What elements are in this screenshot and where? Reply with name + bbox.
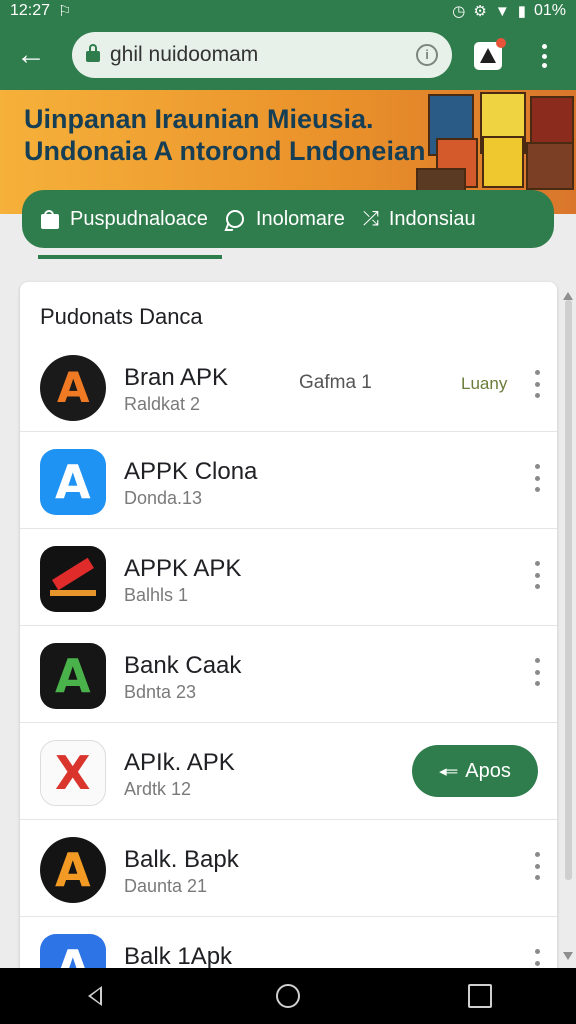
settings-icon: ⚙ — [473, 2, 487, 20]
notification-dot-icon — [496, 38, 506, 48]
book-cover-icon — [482, 136, 524, 188]
chat-bubble-icon — [224, 210, 246, 231]
app-subtitle: Balhls 1 — [124, 585, 189, 605]
more-vert-icon[interactable] — [532, 370, 542, 398]
tab-label: Puspudnaloace — [70, 207, 208, 230]
browser-toolbar: ← ghil nuidoomam i — [0, 22, 576, 90]
app-subtitle: Ardtk 12 — [124, 779, 192, 799]
lock-icon — [86, 44, 100, 62]
more-vert-icon[interactable] — [532, 40, 556, 72]
apps-button-label: Apos — [465, 759, 511, 782]
app-name: Balk 1Apk — [124, 943, 233, 970]
more-vert-icon[interactable] — [532, 464, 542, 492]
book-cover-icon — [526, 142, 574, 190]
alarm-icon: ◷ — [452, 2, 466, 20]
back-arrow-icon[interactable]: ← — [14, 40, 48, 74]
wifi-icon: ▼ — [494, 2, 510, 20]
tab-label: Indonsiau — [388, 207, 476, 230]
app-subtitle: Bdnta 23 — [124, 682, 197, 702]
arrow-left-icon: ◂═ — [439, 763, 458, 780]
active-tab-indicator — [38, 255, 222, 259]
apps-button[interactable]: ◂═ Apos — [412, 745, 538, 797]
scroll-up-arrow-icon[interactable] — [563, 292, 573, 300]
list-item[interactable]: X APIk. APK Ardtk 12 ◂═ Apos — [20, 722, 557, 819]
app-notification-icon: ⚐ — [58, 2, 72, 20]
list-item[interactable]: A Bran APK Raldkat 2 Gafma 1 Luany — [20, 338, 557, 435]
recents-square-icon[interactable] — [468, 984, 492, 1008]
scroll-down-arrow-icon[interactable] — [563, 952, 573, 960]
url-text[interactable]: ghil nuidoomam — [110, 43, 416, 67]
url-bar[interactable]: ghil nuidoomam i — [72, 32, 452, 78]
app-extra: Gafma 1 — [299, 372, 372, 393]
more-vert-icon[interactable] — [532, 561, 542, 589]
tab-inolomare[interactable]: Inolomare — [224, 207, 345, 231]
app-a-blue-icon: A — [40, 449, 106, 515]
tab-indonsiau[interactable]: ⤮ Indonsiau — [363, 208, 476, 231]
battery-percentage: 01% — [533, 2, 566, 19]
app-subtitle: Donda.13 — [124, 488, 203, 508]
more-vert-icon[interactable] — [532, 658, 542, 686]
list-item[interactable]: A APPK Clona Donda.13 — [20, 431, 557, 528]
tab-puspudnaloace[interactable]: Puspudnaloace — [40, 208, 208, 231]
app-a-multicolor-icon: A — [40, 837, 106, 903]
app-a-orange-icon: A — [40, 355, 106, 421]
status-right: ◷ ⚙ ▼ ▮ 01% — [452, 2, 566, 20]
system-nav-bar — [0, 968, 576, 1024]
banner-title-line1: Uinpanan Iraunian Mieusia. — [24, 104, 374, 134]
info-icon[interactable]: i — [416, 44, 438, 66]
status-bar: 12:27 ⚐ ◷ ⚙ ▼ ▮ 01% — [0, 0, 576, 22]
app-subtitle: Daunta 21 — [124, 876, 208, 896]
scrollbar[interactable] — [565, 300, 572, 880]
app-red-arrow-icon — [40, 546, 106, 612]
banner-title-line2: Undonaia A ntorond Lndoneian — [24, 136, 426, 166]
app-name: Bran APK — [124, 364, 229, 391]
battery-icon: ▮ — [517, 2, 526, 20]
app-name: APPK Clona — [124, 458, 258, 485]
app-name: Balk. Bapk — [124, 846, 239, 873]
app-name: APIk. APK — [124, 749, 235, 776]
status-time: 12:27 — [10, 2, 51, 19]
app-name: APPK APK — [124, 555, 242, 582]
list-item[interactable]: A Balk. Bapk Daunta 21 — [20, 819, 557, 916]
app-subtitle: Raldkat 2 — [124, 394, 201, 414]
app-list-panel: Pudonats Danca A Bran APK Raldkat 2 Gafm… — [20, 282, 557, 982]
app-x-red-icon: X — [40, 740, 106, 806]
app-a-green-icon: A — [40, 643, 106, 709]
x-cross-icon: ⤮ — [362, 208, 379, 230]
tabs-icon[interactable] — [474, 38, 506, 70]
more-vert-icon[interactable] — [532, 852, 542, 880]
status-left: 12:27 ⚐ — [10, 2, 72, 20]
app-name: Bank Caak — [124, 652, 242, 679]
list-item[interactable]: A Bank Caak Bdnta 23 — [20, 625, 557, 722]
category-tabs: Puspudnaloace Inolomare ⤮ Indonsiau — [22, 190, 554, 248]
shopping-bag-icon — [40, 210, 60, 229]
home-circle-icon[interactable] — [276, 984, 300, 1008]
tab-label: Inolomare — [255, 207, 345, 230]
status-badge: Luany — [461, 374, 508, 393]
back-triangle-icon[interactable] — [84, 984, 108, 1008]
panel-title: Pudonats Danca — [40, 304, 203, 329]
list-item[interactable]: APPK APK Balhls 1 — [20, 528, 557, 625]
